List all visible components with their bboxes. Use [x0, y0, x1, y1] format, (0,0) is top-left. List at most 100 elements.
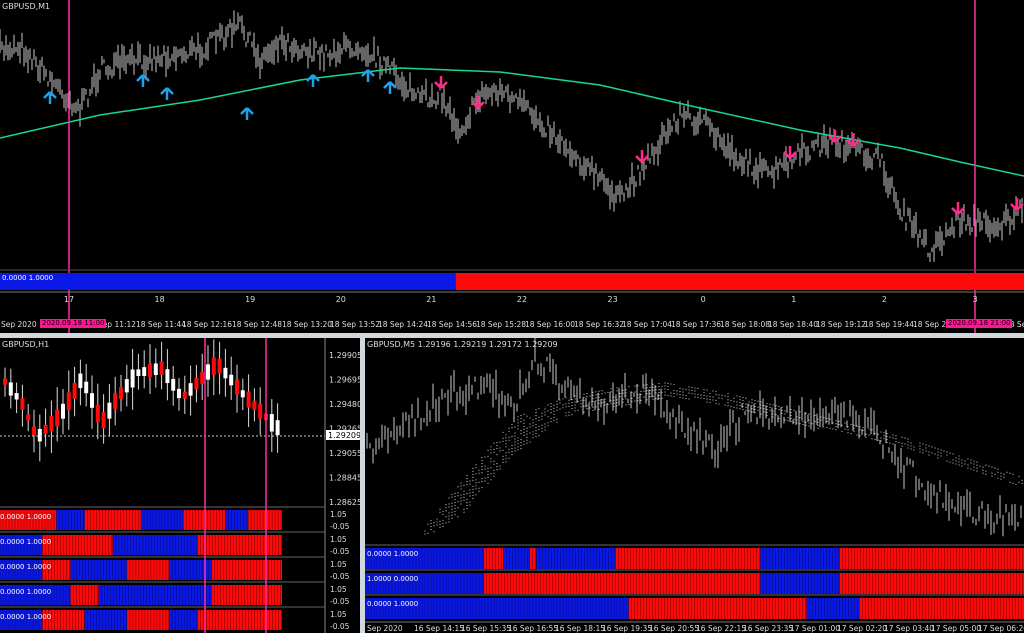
- left-chart-window[interactable]: 1.29905 1.29695 1.29480 1.29265 1.29055 1.288…: [0, 338, 360, 633]
- ichimoku-cloud-dot: [565, 397, 567, 399]
- ichimoku-cloud-dot: [820, 419, 822, 421]
- ichimoku-cloud-dot: [628, 386, 630, 388]
- ichimoku-cloud-dot: [790, 420, 792, 423]
- ichimoku-cloud-dot: [544, 429, 546, 431]
- ichimoku-cloud-dot: [970, 462, 972, 464]
- ichimoku-cloud-dot: [574, 404, 576, 406]
- ichimoku-cloud-dot: [490, 479, 492, 481]
- right-chart-window[interactable]: Sep 2020 16 Sep 14:15 16 Sep 15:35 16 Sep 1…: [365, 338, 1024, 633]
- right-chart-canvas[interactable]: Sep 2020 16 Sep 14:1516 Sep 15:3516 Sep 1…: [365, 338, 1024, 633]
- ichimoku-cloud-dot: [634, 400, 636, 402]
- ichimoku-cloud-dot: [616, 405, 618, 407]
- ichimoku-cloud-dot: [832, 422, 834, 424]
- ichimoku-cloud-dot: [460, 494, 462, 496]
- ichimoku-cloud-dot: [427, 532, 429, 534]
- ichimoku-cloud-dot: [568, 411, 570, 413]
- ichimoku-cloud-dot: [946, 460, 948, 462]
- ichimoku-cloud-dot: [454, 504, 456, 507]
- ichimoku-cloud-dot: [739, 402, 741, 404]
- ichimoku-cloud-dot: [754, 408, 756, 411]
- top-chart-window[interactable]: 17 18 19 20 21 22 23 0 1 2 3 Sep 2020 18 Sep 11:12 18…: [0, 0, 1024, 333]
- ichimoku-cloud-dot: [940, 449, 942, 451]
- ichimoku-cloud-dot: [859, 429, 861, 431]
- ichimoku-cloud-dot: [550, 403, 552, 405]
- ichimoku-cloud-dot: [541, 424, 543, 426]
- ichimoku-cloud-dot: [799, 417, 801, 419]
- ichimoku-cloud-dot: [520, 421, 522, 423]
- ichimoku-cloud-dot: [856, 425, 858, 427]
- ichimoku-cloud-dot: [475, 494, 477, 496]
- ichimoku-cloud-dot: [658, 386, 660, 388]
- ichimoku-cloud-dot: [760, 404, 762, 406]
- ichimoku-cloud-dot: [592, 406, 594, 408]
- ichimoku-cloud-dot: [553, 404, 555, 406]
- m5-time-tick-label: 17 Sep 01:00: [790, 624, 840, 633]
- ichimoku-cloud-dot: [826, 426, 828, 429]
- ichimoku-cloud-dot: [625, 398, 627, 400]
- h1-candle: [66, 392, 71, 410]
- ichimoku-cloud-dot: [475, 473, 477, 475]
- m5-time-tick-label: 16 Sep 19:35: [602, 624, 652, 633]
- ichimoku-cloud-dot: [658, 395, 660, 397]
- ichimoku-cloud-dot: [913, 449, 915, 451]
- ichimoku-cloud-dot: [865, 433, 867, 435]
- left-chart-canvas[interactable]: 1.299051.296951.294801.292651.290551.288…: [0, 338, 360, 633]
- ichimoku-cloud-dot: [955, 460, 957, 462]
- ichimoku-cloud-dot: [862, 429, 864, 432]
- ichimoku-cloud-dot: [754, 402, 756, 405]
- ichimoku-cloud-dot: [844, 428, 846, 430]
- ichimoku-cloud-dot: [532, 437, 534, 439]
- ichimoku-cloud-dot: [961, 462, 963, 464]
- ichimoku-cloud-dot: [919, 445, 921, 447]
- ichimoku-cloud-dot: [781, 412, 783, 414]
- ichimoku-cloud-dot: [925, 447, 927, 449]
- ichimoku-cloud-dot: [829, 418, 831, 420]
- ichimoku-cloud-dot: [439, 526, 441, 528]
- ichimoku-cloud-dot: [751, 402, 753, 404]
- ichimoku-cloud-dot: [667, 388, 669, 391]
- ichimoku-cloud-dot: [490, 467, 492, 469]
- h1-candle: [165, 369, 170, 384]
- ichimoku-cloud-dot: [472, 497, 474, 499]
- ichimoku-cloud-dot: [817, 424, 819, 426]
- m5-subpanel-bar-segment: [628, 598, 807, 619]
- ichimoku-cloud-dot: [979, 465, 981, 467]
- ichimoku-cloud-dot: [571, 414, 573, 416]
- ichimoku-cloud-dot: [517, 428, 519, 430]
- ichimoku-cloud-dot: [763, 411, 765, 413]
- ichimoku-cloud-dot: [586, 408, 588, 410]
- h1-candle: [61, 403, 65, 419]
- ichimoku-cloud-dot: [514, 441, 516, 443]
- ichimoku-cloud-dot: [592, 409, 594, 411]
- ichimoku-cloud-dot: [622, 389, 624, 391]
- ichimoku-cloud-dot: [862, 426, 864, 429]
- ichimoku-cloud-dot: [487, 470, 489, 472]
- ichimoku-cloud-dot: [733, 406, 735, 408]
- ichimoku-cloud-dot: [454, 513, 456, 516]
- ichimoku-cloud-dot: [703, 394, 705, 397]
- ichimoku-cloud-dot: [808, 413, 810, 415]
- ichimoku-cloud-dot: [847, 432, 849, 434]
- ichimoku-cloud-dot: [694, 396, 696, 398]
- ichimoku-cloud-dot: [565, 406, 567, 408]
- ichimoku-cloud-dot: [640, 390, 642, 392]
- ichimoku-cloud-dot: [646, 399, 648, 401]
- ichimoku-cloud-dot: [703, 397, 705, 400]
- ichimoku-cloud-dot: [472, 479, 474, 481]
- ichimoku-cloud-dot: [496, 469, 498, 471]
- ichimoku-cloud-dot: [661, 397, 663, 399]
- ichimoku-cloud-dot: [505, 446, 507, 448]
- ichimoku-cloud-dot: [451, 508, 453, 510]
- ichimoku-cloud-dot: [451, 502, 453, 504]
- ichimoku-cloud-dot: [490, 461, 492, 463]
- ichimoku-cloud-dot: [826, 420, 828, 423]
- top-chart-canvas[interactable]: 17 18 19 20 21 22 23 0 1 2 3Sep 2020 18 Sep 11:12 18…: [0, 0, 1024, 333]
- time-tick-label: 18 Sep 16:32: [574, 320, 624, 329]
- h1-candle: [20, 397, 25, 410]
- ichimoku-cloud-dot: [481, 460, 483, 462]
- ichimoku-cloud-dot: [565, 412, 567, 414]
- ichimoku-cloud-dot: [445, 504, 447, 506]
- ichimoku-cloud-dot: [877, 439, 879, 441]
- ichimoku-cloud-dot: [595, 397, 597, 399]
- ichimoku-cloud-dot: [601, 393, 603, 395]
